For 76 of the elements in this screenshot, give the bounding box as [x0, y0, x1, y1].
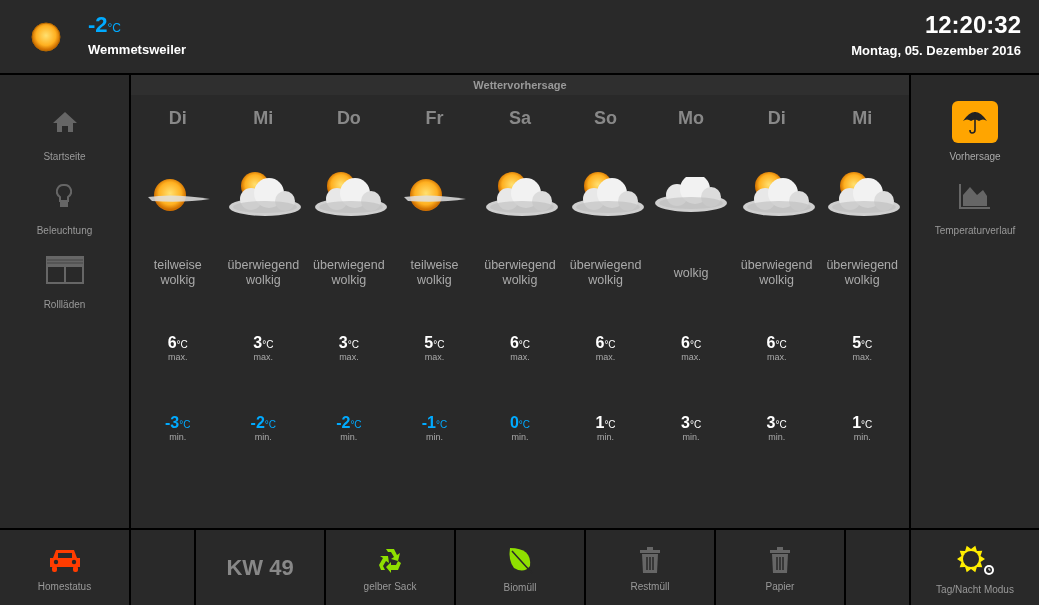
weather-description: überwiegend wolkig: [739, 257, 814, 289]
temperature-label: max.: [510, 351, 530, 364]
cloud-icon: [653, 177, 730, 213]
temperature-label: min.: [254, 430, 272, 444]
temperature-label: max.: [339, 351, 359, 364]
temperature-value: -2°C: [250, 414, 277, 431]
temperature-value: 6°C: [681, 335, 702, 351]
nav-item[interactable]: Beleuchtung: [36, 175, 93, 249]
temperature-value: 6°C: [766, 335, 787, 351]
nav-item[interactable]: Temperaturverlauf: [934, 175, 1016, 249]
footer-tile[interactable]: gelber Sack: [326, 530, 454, 605]
temperature-value: 3°C: [253, 335, 274, 351]
current-temperature: -2°C: [88, 13, 123, 36]
weather-description: überwiegend wolkig: [312, 257, 386, 289]
area-chart-icon: [959, 183, 991, 209]
temperature-value: 1°C: [852, 414, 873, 431]
temperature-label: max.: [253, 351, 274, 364]
temperature-label: min.: [425, 430, 443, 444]
day-name: Mo: [678, 107, 705, 130]
day-name: Fr: [425, 107, 444, 130]
temperature-label: max.: [168, 351, 188, 364]
day-name: So: [594, 107, 618, 130]
temperature-label: max.: [424, 351, 445, 364]
day-name: Mi: [852, 107, 873, 130]
weather-description: teilweise wolkig: [409, 257, 460, 289]
temperature-value: 6°C: [509, 335, 531, 351]
footer-tile[interactable]: Papier: [716, 530, 844, 605]
temperature-value: 3°C: [766, 414, 787, 431]
temperature-value: -1°C: [421, 414, 448, 431]
weather-description: überwiegend wolkig: [568, 257, 643, 289]
clock-time: 12:20:32: [923, 12, 1021, 37]
temperature-label: max.: [852, 351, 872, 364]
weather-description: wolkig: [673, 264, 709, 282]
home-icon: [51, 111, 78, 133]
temperature-label: min.: [682, 430, 700, 444]
temperature-value: -3°C: [165, 414, 191, 431]
shutter-icon: [45, 256, 84, 284]
light-bulb-icon: [56, 183, 73, 209]
footer-tile[interactable]: Biomüll: [456, 530, 584, 605]
temperature-value: 6°C: [595, 335, 616, 351]
temperature-value: 3°C: [681, 414, 702, 431]
temperature-label: max.: [681, 351, 701, 364]
temperature-value: 0°C: [509, 414, 531, 431]
nav-item[interactable]: Rollläden: [41, 249, 88, 323]
weather-description: überwiegend wolkig: [226, 257, 301, 289]
temperature-value: 5°C: [852, 335, 873, 351]
day-name: Di: [767, 107, 786, 130]
temperature-value: 1°C: [595, 414, 616, 431]
temperature-value: 3°C: [338, 335, 359, 351]
temperature-label: min.: [340, 430, 358, 444]
temperature-label: max.: [595, 351, 616, 364]
temperature-value: 5°C: [424, 335, 445, 351]
temperature-label: min.: [768, 430, 786, 444]
location-name: Wemmetsweiler: [88, 40, 187, 59]
temperature-label: min.: [169, 430, 187, 444]
day-name: Mi: [253, 107, 274, 130]
weather-description: überwiegend wolkig: [825, 257, 899, 289]
temperature-label: min.: [597, 430, 615, 444]
weather-description: überwiegend wolkig: [483, 257, 557, 289]
week-number: KW 49: [226, 554, 294, 582]
day-name: Di: [168, 107, 187, 130]
day-name: Sa: [508, 107, 531, 130]
day-name: Do: [336, 107, 361, 130]
umbrella-icon: [961, 109, 989, 135]
temperature-label: max.: [766, 351, 787, 364]
temperature-label: min.: [853, 430, 871, 444]
footer-tile[interactable]: Homestatus: [0, 530, 129, 605]
forecast-title: Wettervorhersage: [131, 75, 909, 95]
temperature-value: -2°C: [336, 414, 362, 431]
footer-tile[interactable]: Tag/Nacht Modus: [911, 530, 1039, 605]
date-text: Montag, 05. Dezember 2016: [851, 41, 1021, 60]
weather-description: teilweise wolkig: [152, 257, 203, 289]
temperature-label: min.: [511, 430, 529, 444]
nav-item[interactable]: Startseite: [41, 101, 88, 175]
footer-tile[interactable]: Restmüll: [586, 530, 714, 605]
temperature-value: 6°C: [167, 335, 188, 351]
